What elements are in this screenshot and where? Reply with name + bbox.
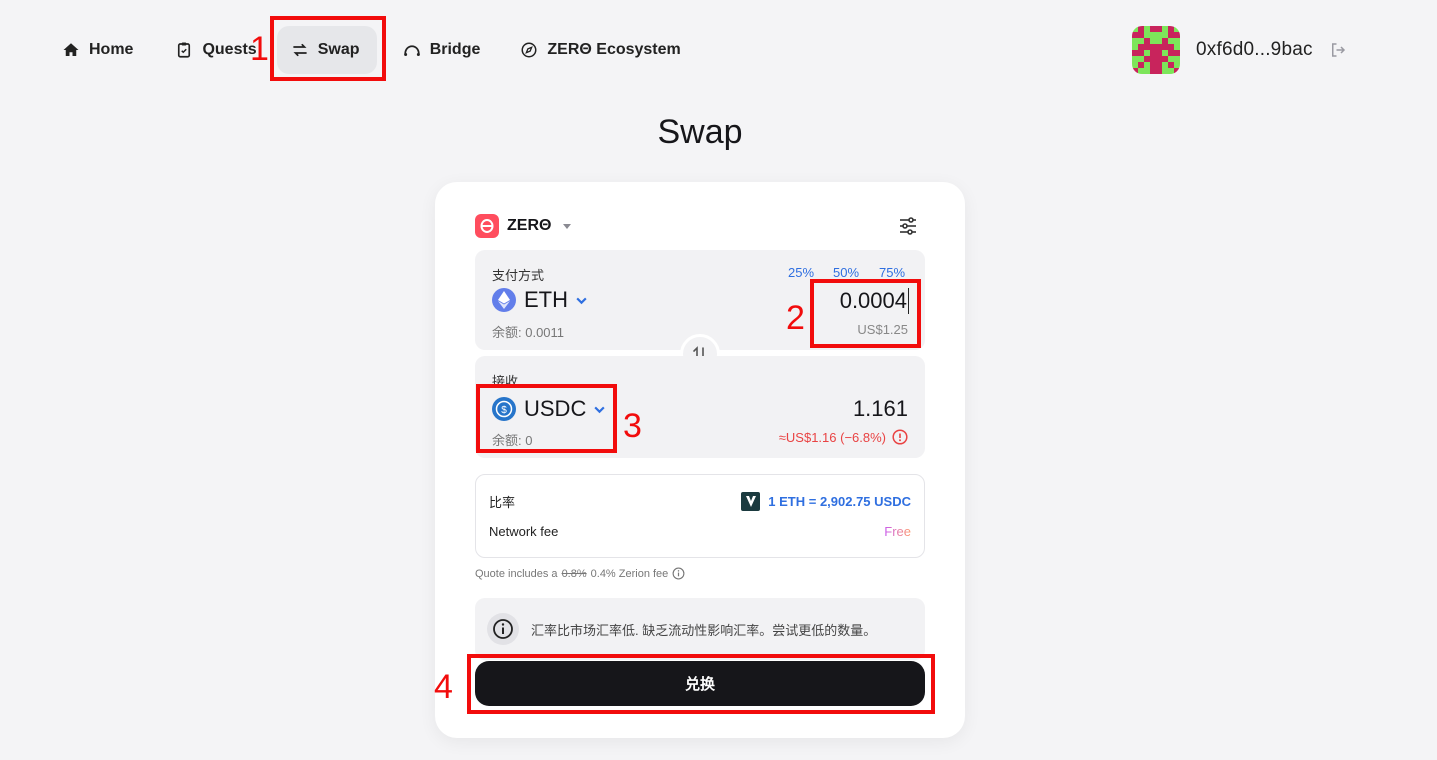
eth-icon xyxy=(492,288,516,312)
logout-icon[interactable] xyxy=(1329,41,1347,59)
nav-ecosystem-label: ZERΘ Ecosystem xyxy=(547,41,681,58)
info-icon[interactable] xyxy=(672,567,685,580)
annotation-number-2: 2 xyxy=(786,299,805,337)
annotation-number-1: 1 xyxy=(250,30,269,68)
percent-25-button[interactable]: 25% xyxy=(788,265,814,280)
swap-details: 比率 1 ETH = 2,902.75 USDC Network fee Fre… xyxy=(475,474,925,558)
nav-quests-label: Quests xyxy=(202,41,257,58)
nav-ecosystem[interactable]: ZERΘ Ecosystem xyxy=(506,26,694,74)
network-selector[interactable]: ZERΘ xyxy=(475,214,572,238)
percent-75-button[interactable]: 75% xyxy=(879,265,905,280)
warning-icon[interactable] xyxy=(892,429,908,445)
page-title: Swap xyxy=(657,113,743,151)
nav-home[interactable]: Home xyxy=(48,26,147,74)
rate-value-text: 1 ETH = 2,902.75 USDC xyxy=(768,494,911,509)
annotation-box-2 xyxy=(810,279,921,348)
nav-bridge[interactable]: Bridge xyxy=(389,26,495,74)
account-area[interactable]: 0xf6d0...9bac xyxy=(1132,26,1347,74)
annotation-number-3: 3 xyxy=(623,407,642,445)
settings-sliders-icon[interactable] xyxy=(898,217,918,235)
network-name: ZERΘ xyxy=(507,217,552,234)
home-icon xyxy=(63,43,79,56)
clipboard-icon xyxy=(178,42,191,58)
network-fee-value: Free xyxy=(884,524,911,539)
caret-down-icon xyxy=(563,223,572,229)
wallet-address[interactable]: 0xf6d0...9bac xyxy=(1196,39,1313,61)
receive-usd-value: ≈US$1.16 (−6.8%) xyxy=(779,429,908,445)
annotation-number-4: 4 xyxy=(434,668,453,706)
pay-balance: 余额: 0.0011 xyxy=(492,325,565,340)
quote-fee-note: Quote includes a 0.8% 0.4% Zerion fee xyxy=(475,567,685,580)
zero-network-icon xyxy=(475,214,499,238)
bridge-icon xyxy=(403,45,420,56)
avatar[interactable] xyxy=(1132,26,1180,74)
quote-new-fee: 0.4% Zerion fee xyxy=(590,567,669,580)
pay-label: 支付方式 xyxy=(492,268,545,283)
pay-token-selector[interactable]: ETH xyxy=(492,287,588,313)
percent-50-button[interactable]: 50% xyxy=(833,265,859,280)
nav-home-label: Home xyxy=(89,41,134,58)
annotation-box-4 xyxy=(467,654,935,714)
receive-amount: 1.161 xyxy=(852,396,908,421)
chevron-down-icon xyxy=(576,297,587,304)
network-fee-label: Network fee xyxy=(489,524,559,539)
info-circle-icon xyxy=(487,613,519,645)
compass-icon xyxy=(521,42,537,58)
rate-row: 比率 1 ETH = 2,902.75 USDC xyxy=(489,492,911,511)
notice-text: 汇率比市场汇率低. 缺乏流动性影响汇率。尝试更低的数量。 xyxy=(531,622,877,638)
network-fee-row: Network fee Free xyxy=(489,524,911,539)
quote-note-prefix: Quote includes a xyxy=(475,567,558,580)
quote-old-fee: 0.8% xyxy=(561,567,587,580)
rate-label: 比率 xyxy=(489,495,516,510)
annotation-box-1 xyxy=(270,16,386,81)
receive-usd-text: ≈US$1.16 (−6.8%) xyxy=(778,429,886,445)
rate-value[interactable]: 1 ETH = 2,902.75 USDC xyxy=(741,492,911,511)
liquidity-notice: 汇率比市场汇率低. 缺乏流动性影响汇率。尝试更低的数量。 xyxy=(475,598,925,660)
provider-logo-icon xyxy=(741,492,761,511)
annotation-box-3 xyxy=(476,384,617,453)
pay-token-symbol: ETH xyxy=(524,287,568,312)
nav-bridge-label: Bridge xyxy=(429,41,481,58)
